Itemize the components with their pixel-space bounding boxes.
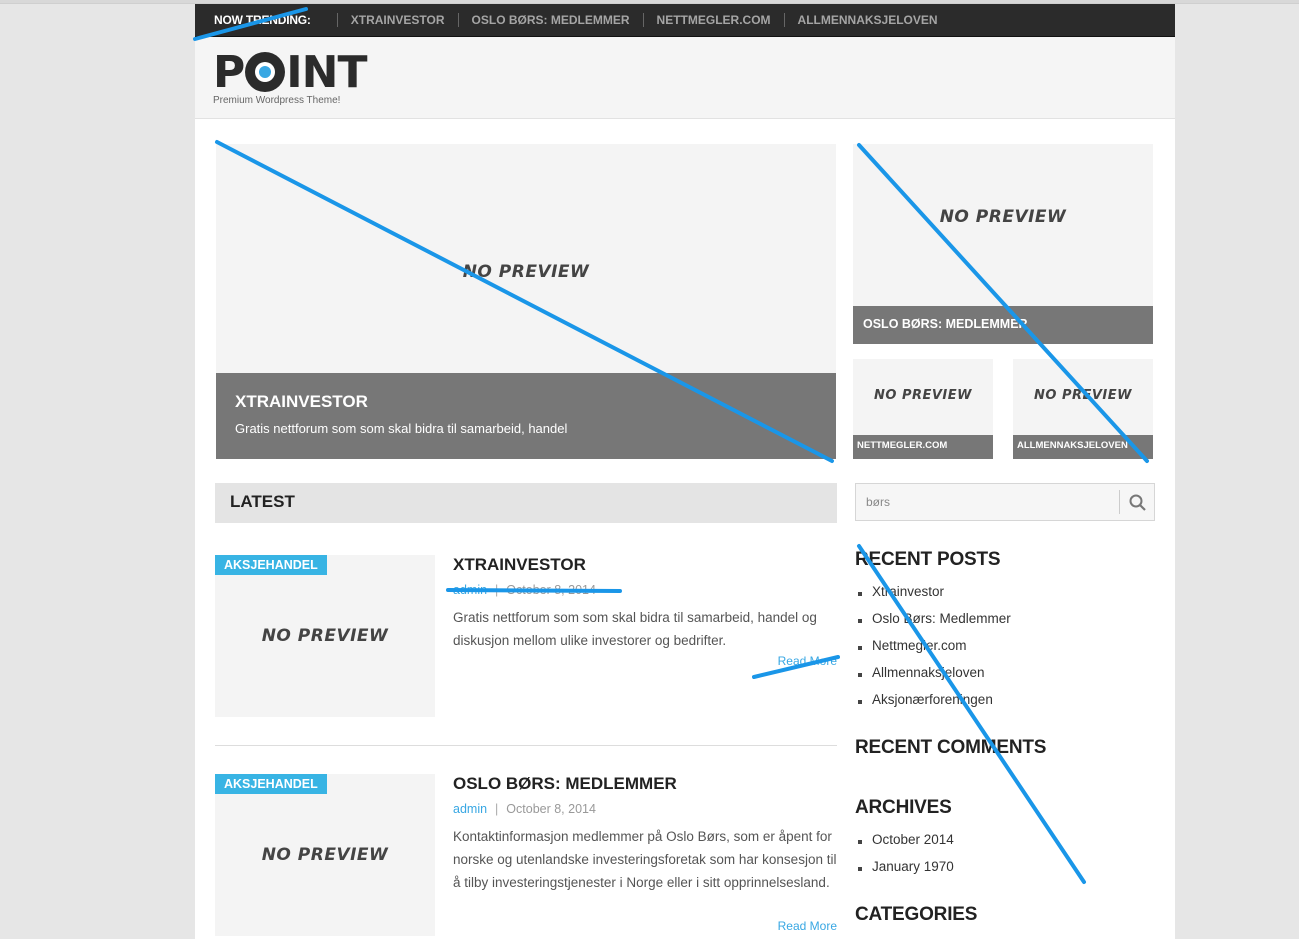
recent-posts-list: Xtrainvestor Oslo Børs: Medlemmer Nettme…	[855, 584, 1011, 719]
trending-link-allmennaksjeloven[interactable]: ALLMENNAKSJELOVEN	[783, 13, 951, 27]
post-title[interactable]: OSLO BØRS: MEDLEMMER	[453, 774, 677, 794]
site-logo[interactable]: P INT	[213, 46, 367, 98]
no-preview-placeholder: NO PREVIEW	[261, 626, 389, 646]
meta-separator: |	[495, 583, 499, 597]
search-box: børs	[855, 483, 1155, 521]
recent-post-link[interactable]: Allmennaksjeloven	[855, 665, 1011, 692]
featured-post-secondary[interactable]: NO PREVIEW OSLO BØRS: MEDLEMMER	[853, 144, 1153, 344]
logo-o-mark-icon	[245, 52, 286, 92]
archive-link[interactable]: October 2014	[855, 832, 954, 859]
post-meta: admin | October 8, 2014	[453, 802, 596, 816]
read-more-link[interactable]: Read More	[778, 919, 837, 933]
recent-post-link[interactable]: Xtrainvestor	[855, 584, 1011, 611]
search-button[interactable]	[1119, 490, 1154, 514]
site-header: P INT Premium Wordpress Theme!	[195, 37, 1175, 119]
no-preview-placeholder: NO PREVIEW	[261, 845, 389, 865]
no-preview-placeholder: NO PREVIEW	[462, 262, 590, 282]
widget-title-categories: CATEGORIES	[855, 904, 978, 925]
recent-post-link[interactable]: Aksjonærforeningen	[855, 692, 1011, 719]
logo-letter-p: P	[213, 46, 245, 98]
featured-title[interactable]: ALLMENNAKSJELOVEN	[1017, 440, 1149, 451]
featured-caption: ALLMENNAKSJELOVEN	[1013, 435, 1153, 459]
post-divider	[215, 745, 837, 746]
no-preview-placeholder: NO PREVIEW	[874, 388, 972, 403]
featured-post-main[interactable]: NO PREVIEW XTRAINVESTOR Gratis nettforum…	[216, 144, 836, 459]
featured-post-small-2[interactable]: NO PREVIEW ALLMENNAKSJELOVEN	[1013, 359, 1153, 459]
trending-link-xtrainvestor[interactable]: XTRAINVESTOR	[336, 13, 458, 27]
search-input[interactable]: børs	[866, 495, 890, 509]
post-author[interactable]: admin	[453, 583, 487, 597]
post-excerpt: Gratis nettforum som som skal bidra til …	[453, 610, 817, 648]
post-meta: admin | October 8, 2014	[453, 583, 596, 597]
featured-description: Gratis nettforum som som skal bidra til …	[235, 421, 568, 436]
read-more-link[interactable]: Read More	[778, 654, 837, 668]
post-category-badge[interactable]: AKSJEHANDEL	[215, 555, 327, 575]
no-preview-placeholder: NO PREVIEW	[939, 207, 1067, 227]
site-tagline: Premium Wordpress Theme!	[213, 95, 341, 106]
featured-post-small-1[interactable]: NO PREVIEW NETTMEGLER.COM	[853, 359, 993, 459]
trending-bar: NOW TRENDING: XTRAINVESTOR OSLO BØRS: ME…	[195, 4, 1175, 37]
no-preview-placeholder: NO PREVIEW	[1034, 388, 1132, 403]
trending-link-oslo-bors[interactable]: OSLO BØRS: MEDLEMMER	[457, 13, 643, 27]
widget-title-recent-comments: RECENT COMMENTS	[855, 737, 1047, 758]
post-thumbnail[interactable]: NO PREVIEW	[215, 774, 435, 936]
featured-title[interactable]: NETTMEGLER.COM	[857, 440, 989, 451]
post-category-badge[interactable]: AKSJEHANDEL	[215, 774, 327, 794]
post-author[interactable]: admin	[453, 802, 487, 816]
widget-title-recent-posts: RECENT POSTS	[855, 549, 1001, 570]
post-item: NO PREVIEW AKSJEHANDEL XTRAINVESTOR admi…	[215, 555, 837, 725]
post-title[interactable]: XTRAINVESTOR	[453, 555, 586, 575]
post-date: October 8, 2014	[506, 583, 596, 597]
trending-link-nettmegler[interactable]: NETTMEGLER.COM	[642, 13, 784, 27]
post-excerpt: Kontaktinformasjon medlemmer på Oslo Bør…	[453, 829, 837, 890]
post-thumbnail[interactable]: NO PREVIEW	[215, 555, 435, 717]
recent-post-link[interactable]: Nettmegler.com	[855, 638, 1011, 665]
trending-label: NOW TRENDING:	[214, 13, 311, 27]
meta-separator: |	[495, 802, 499, 816]
archives-list: October 2014 January 1970	[855, 832, 954, 886]
archive-link[interactable]: January 1970	[855, 859, 954, 886]
featured-title[interactable]: XTRAINVESTOR	[235, 392, 817, 412]
featured-caption: NETTMEGLER.COM	[853, 435, 993, 459]
page-container: NOW TRENDING: XTRAINVESTOR OSLO BØRS: ME…	[195, 4, 1175, 939]
logo-letters-int: INT	[286, 46, 367, 98]
featured-caption: OSLO BØRS: MEDLEMMER	[853, 306, 1153, 344]
widget-title-archives: ARCHIVES	[855, 797, 952, 818]
recent-post-link[interactable]: Oslo Børs: Medlemmer	[855, 611, 1011, 638]
featured-title[interactable]: OSLO BØRS: MEDLEMMER	[863, 317, 1143, 331]
post-date: October 8, 2014	[506, 802, 596, 816]
post-item: NO PREVIEW AKSJEHANDEL OSLO BØRS: MEDLEM…	[215, 774, 837, 939]
search-icon	[1129, 494, 1146, 511]
latest-heading: LATEST	[215, 483, 837, 523]
featured-caption: XTRAINVESTOR Gratis nettforum som som sk…	[216, 373, 836, 459]
